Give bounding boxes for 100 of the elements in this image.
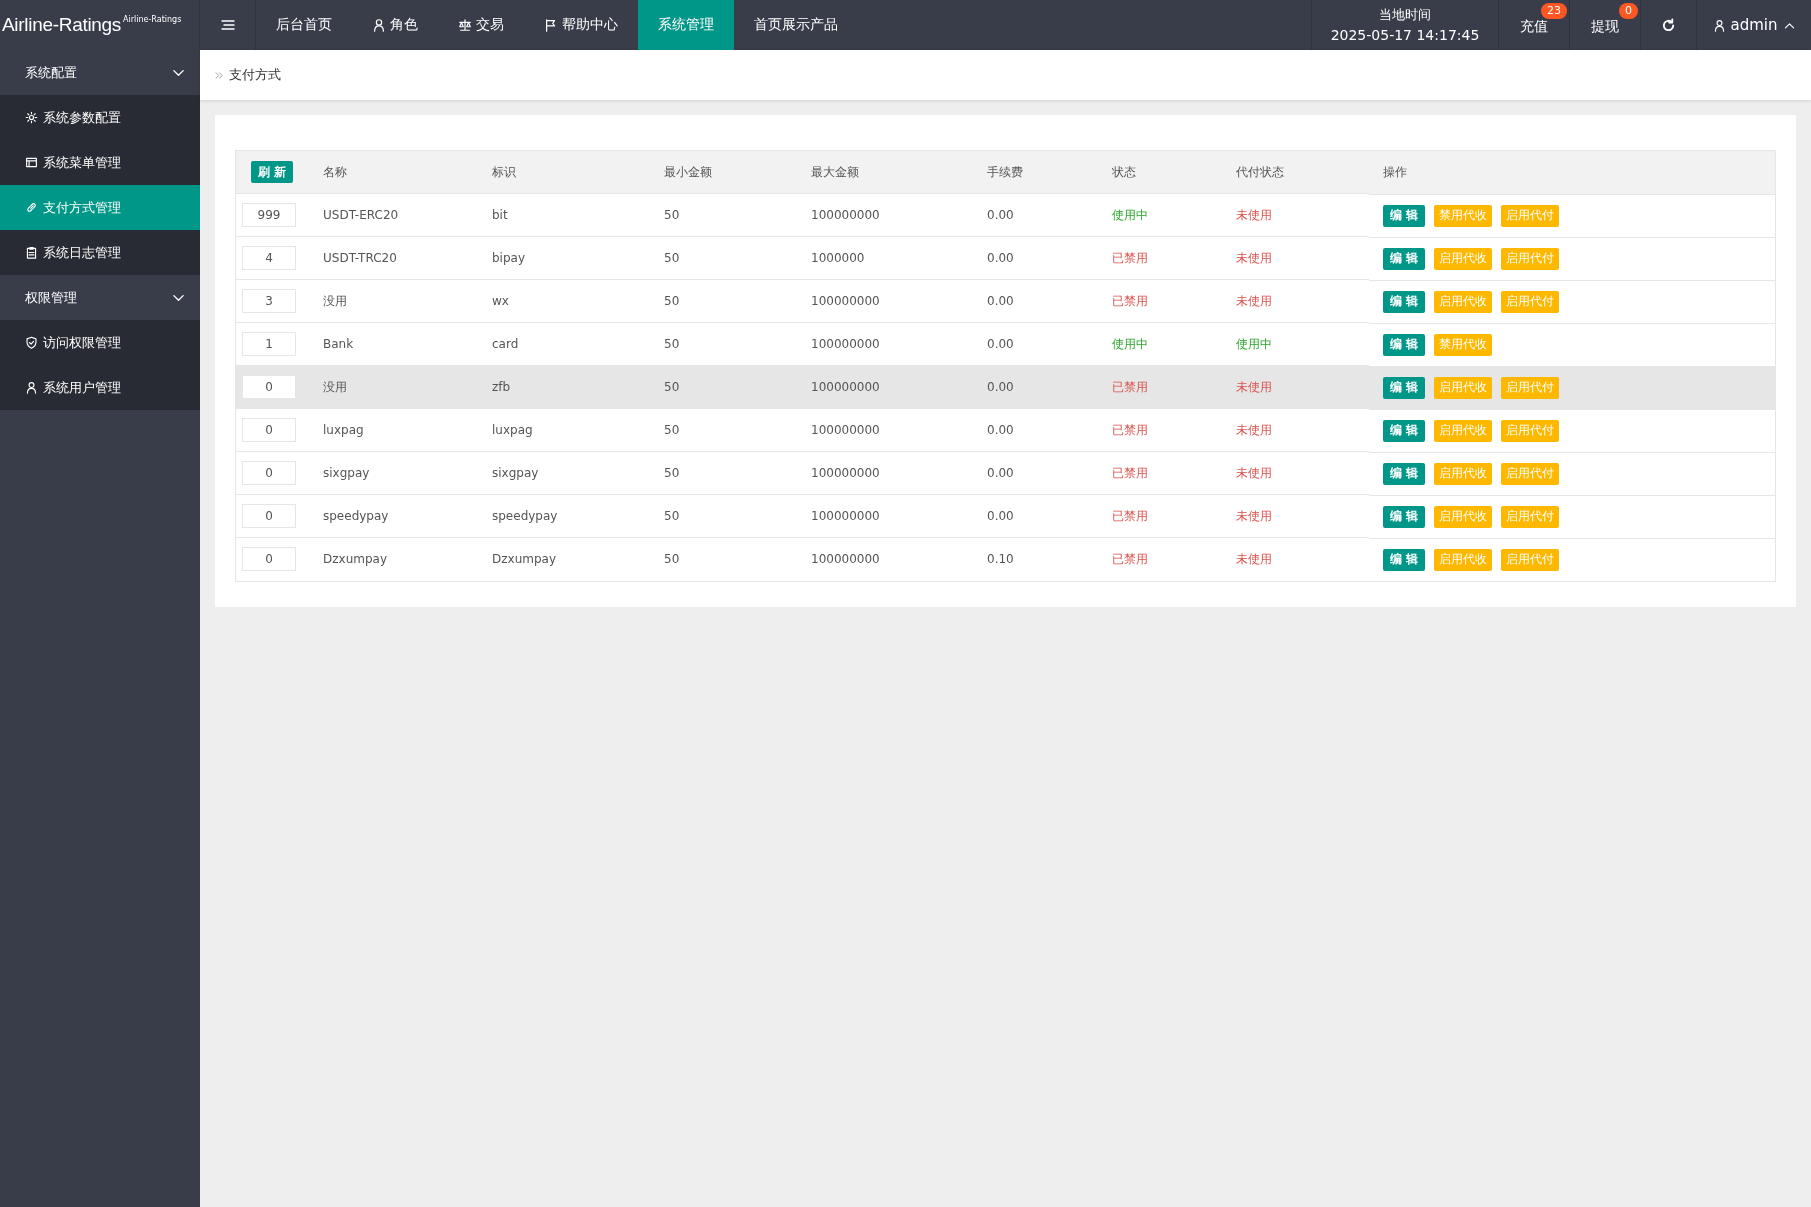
header-link[interactable]: 充值: [1520, 18, 1548, 36]
header-link[interactable]: 提现: [1591, 18, 1619, 36]
table-cell: wx: [478, 279, 650, 323]
table-cell: 0.00: [973, 365, 1098, 409]
link-icon: [25, 201, 38, 214]
table-row[interactable]: 0 luxpag luxpag 50 100000000 0.00 已禁用 未使用 编 辑 启用代收 启用代付: [235, 408, 1776, 452]
gear-icon: [25, 111, 38, 124]
edit-button[interactable]: 编 辑: [1383, 204, 1426, 227]
table-cell: sixgpay: [309, 451, 478, 495]
table-cell: 0.00: [973, 236, 1098, 280]
sort-order-field[interactable]: 1: [242, 332, 296, 356]
sort-order-field[interactable]: 0: [242, 375, 296, 399]
column-header: 标识: [478, 150, 650, 194]
table-cell: 50: [650, 365, 797, 409]
status-text: 已禁用: [1112, 379, 1148, 394]
sidebar-group-header[interactable]: 权限管理: [0, 275, 200, 320]
refresh-button[interactable]: 刷 新: [251, 161, 294, 183]
table-cell: speedypay: [478, 494, 650, 538]
sort-order-field[interactable]: 0: [242, 461, 296, 485]
menu-icon: [219, 17, 236, 33]
table-cell: 50: [650, 322, 797, 366]
table-row[interactable]: 0 Dzxumpay Dzxumpay 50 100000000 0.10 已禁用 未使用 编 辑 启用代收 启用代付: [235, 537, 1776, 581]
table-cell: 50: [650, 408, 797, 452]
sort-order-field[interactable]: 0: [242, 504, 296, 528]
table-cell: 0.00: [973, 322, 1098, 366]
sidebar-item[interactable]: 系统菜单管理: [0, 140, 200, 185]
table-cell: Dzxumpay: [309, 537, 478, 581]
edit-button[interactable]: 编 辑: [1383, 505, 1426, 528]
table-cell: bipay: [478, 236, 650, 280]
user-menu-button[interactable]: admin: [1697, 0, 1811, 50]
table-cell: luxpag: [478, 408, 650, 452]
table-row[interactable]: 999 USDT-ERC20 bit 50 100000000 0.00 使用中 未使用 编 辑 禁用代收 启用代付: [235, 193, 1776, 237]
status-text: 已禁用: [1112, 551, 1148, 566]
table-cell: card: [478, 322, 650, 366]
clock-label: 当地时间: [1379, 6, 1431, 24]
nav-tab[interactable]: 帮助中心: [524, 0, 638, 50]
column-header: 状态: [1098, 150, 1222, 194]
sort-order-field[interactable]: 0: [242, 418, 296, 442]
table-row[interactable]: 4 USDT-TRC20 bipay 50 1000000 0.00 已禁用 未使用 编 辑 启用代收 启用代付: [235, 236, 1776, 280]
status-text: 未使用: [1236, 250, 1272, 265]
table-row[interactable]: 0 speedypay speedypay 50 100000000 0.00 已禁用 未使用 编 辑 启用代收 启用代付: [235, 494, 1776, 538]
status-text: 已禁用: [1112, 293, 1148, 308]
status-text: 已禁用: [1112, 250, 1148, 265]
edit-button[interactable]: 编 辑: [1383, 290, 1426, 313]
table-cell: 100000000: [797, 408, 973, 452]
sidebar-group-label: 权限管理: [25, 288, 77, 307]
nav-tab[interactable]: 系统管理: [638, 0, 734, 50]
table-cell: 0.00: [973, 408, 1098, 452]
table-cell: 100000000: [797, 193, 973, 237]
table-cell: 50: [650, 236, 797, 280]
table-cell: 50: [650, 451, 797, 495]
table-cell: 没用: [309, 279, 478, 323]
table-cell: 100000000: [797, 537, 973, 581]
nav-tab[interactable]: 角色: [352, 0, 438, 50]
edit-button[interactable]: 编 辑: [1383, 548, 1426, 571]
table-cell: speedypay: [309, 494, 478, 538]
sidebar-group-label: 系统配置: [25, 63, 77, 82]
status-text: 未使用: [1236, 508, 1272, 523]
user-icon: [372, 18, 386, 32]
table-cell: 50: [650, 193, 797, 237]
table-row[interactable]: 3 没用 wx 50 100000000 0.00 已禁用 未使用 编 辑 启用代收 启用代付: [235, 279, 1776, 323]
sort-order-field[interactable]: 3: [242, 289, 296, 313]
table-cell: 50: [650, 494, 797, 538]
edit-button[interactable]: 编 辑: [1383, 419, 1426, 442]
table-row[interactable]: 0 没用 zfb 50 100000000 0.00 已禁用 未使用 编 辑 启用代收 启用代付: [235, 365, 1776, 409]
table-cell: 0.00: [973, 494, 1098, 538]
sidebar-item[interactable]: 支付方式管理: [0, 185, 200, 230]
status-text: 未使用: [1236, 465, 1272, 480]
table-cell: luxpag: [309, 408, 478, 452]
edit-button[interactable]: 编 辑: [1383, 333, 1426, 356]
table-cell: 0.00: [973, 451, 1098, 495]
status-text: 已禁用: [1112, 508, 1148, 523]
nav-tab[interactable]: 交易: [438, 0, 524, 50]
table-row[interactable]: 0 sixgpay sixgpay 50 100000000 0.00 已禁用 未使用 编 辑 启用代收 启用代付: [235, 451, 1776, 495]
logo-text: Airline-Ratings: [2, 14, 122, 36]
table-cell: 100000000: [797, 451, 973, 495]
sort-order-field[interactable]: 0: [242, 547, 296, 572]
status-text: 使用中: [1236, 336, 1272, 351]
table-cell: sixgpay: [478, 451, 650, 495]
sidebar-item[interactable]: 系统日志管理: [0, 230, 200, 275]
edit-button[interactable]: 编 辑: [1383, 247, 1426, 270]
table-cell: 100000000: [797, 494, 973, 538]
column-header: 手续费: [973, 150, 1098, 194]
sidebar-item[interactable]: 访问权限管理: [0, 320, 200, 365]
table-row[interactable]: 1 Bank card 50 100000000 0.00 使用中 使用中 编 辑 禁用代收: [235, 322, 1776, 366]
nav-tab[interactable]: 首页展示产品: [734, 0, 858, 50]
status-text: 未使用: [1236, 379, 1272, 394]
sidebar-item[interactable]: 系统参数配置: [0, 95, 200, 140]
table-cell: 50: [650, 537, 797, 581]
edit-button[interactable]: 编 辑: [1383, 462, 1426, 485]
column-header: 代付状态: [1222, 150, 1369, 194]
sidebar-group-header[interactable]: 系统配置: [0, 50, 200, 95]
breadcrumb-text: 支付方式: [229, 66, 281, 84]
edit-button[interactable]: 编 辑: [1383, 376, 1426, 399]
sort-order-field[interactable]: 4: [242, 246, 296, 270]
sort-order-field[interactable]: 999: [242, 203, 296, 227]
sidebar-item[interactable]: 系统用户管理: [0, 365, 200, 410]
status-text: 已禁用: [1112, 422, 1148, 437]
nav-tab[interactable]: 后台首页: [256, 0, 352, 50]
table-cell: 0.00: [973, 279, 1098, 323]
